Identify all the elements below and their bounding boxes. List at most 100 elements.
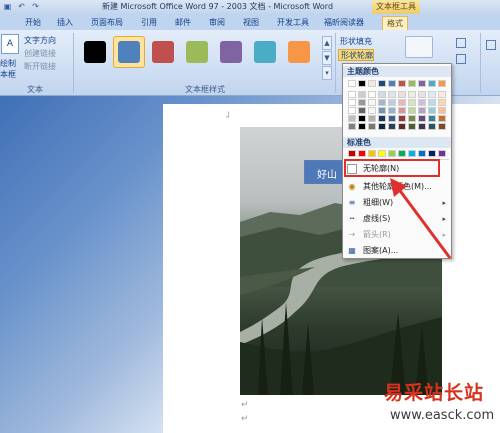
text-direction-button[interactable]: 文字方向 bbox=[24, 36, 56, 46]
standard-color-cell[interactable] bbox=[438, 150, 446, 157]
tab-foxit-reader[interactable]: 福昕阅读器 bbox=[322, 16, 366, 30]
standard-color-cell[interactable] bbox=[408, 150, 416, 157]
standard-color-cell[interactable] bbox=[418, 150, 426, 157]
theme-color-cell[interactable] bbox=[438, 115, 446, 122]
tab-references[interactable]: 引用 bbox=[138, 16, 160, 30]
standard-color-cell[interactable] bbox=[368, 150, 376, 157]
theme-color-cell[interactable] bbox=[348, 80, 356, 87]
tab-mailings[interactable]: 邮件 bbox=[172, 16, 194, 30]
arrange-icon[interactable] bbox=[456, 38, 466, 48]
theme-color-cell[interactable] bbox=[398, 107, 406, 114]
theme-color-cell[interactable] bbox=[418, 123, 426, 130]
gallery-scroll-up-icon[interactable]: ▲ bbox=[322, 36, 332, 50]
theme-color-cell[interactable] bbox=[378, 91, 386, 98]
tab-review[interactable]: 审阅 bbox=[206, 16, 228, 30]
theme-color-cell[interactable] bbox=[348, 107, 356, 114]
theme-color-cell[interactable] bbox=[358, 107, 366, 114]
tab-page-layout[interactable]: 页面布局 bbox=[88, 16, 126, 30]
theme-color-cell[interactable] bbox=[408, 115, 416, 122]
theme-color-cell[interactable] bbox=[358, 80, 366, 87]
shape-fill-button[interactable]: 形状填充 bbox=[338, 36, 372, 48]
standard-color-cell[interactable] bbox=[388, 150, 396, 157]
theme-color-cell[interactable] bbox=[348, 123, 356, 130]
theme-color-cell[interactable] bbox=[428, 107, 436, 114]
style-swatch-aqua[interactable] bbox=[254, 41, 276, 63]
theme-color-cell[interactable] bbox=[388, 123, 396, 130]
standard-color-cell[interactable] bbox=[398, 150, 406, 157]
theme-color-cell[interactable] bbox=[388, 99, 396, 106]
theme-color-cell[interactable] bbox=[418, 107, 426, 114]
theme-color-cell[interactable] bbox=[428, 115, 436, 122]
theme-color-cell[interactable] bbox=[368, 99, 376, 106]
selected-textbox[interactable]: 好山 bbox=[304, 160, 344, 184]
tab-developer[interactable]: 开发工具 bbox=[274, 16, 312, 30]
style-swatch-blue[interactable] bbox=[118, 41, 140, 63]
theme-color-cell[interactable] bbox=[428, 99, 436, 106]
theme-color-cell[interactable] bbox=[378, 123, 386, 130]
create-link-button[interactable]: 创建链接 bbox=[24, 49, 56, 59]
theme-color-cell[interactable] bbox=[388, 80, 396, 87]
gallery-scroll-down-icon[interactable]: ▼ bbox=[322, 51, 332, 65]
theme-color-cell[interactable] bbox=[398, 115, 406, 122]
theme-color-cell[interactable] bbox=[388, 107, 396, 114]
theme-color-cell[interactable] bbox=[348, 99, 356, 106]
undo-icon[interactable]: ↶ bbox=[16, 1, 27, 12]
theme-color-cell[interactable] bbox=[368, 80, 376, 87]
shape-outline-button[interactable]: 形状轮廓 bbox=[338, 49, 374, 61]
theme-color-cell[interactable] bbox=[398, 99, 406, 106]
theme-color-cell[interactable] bbox=[388, 91, 396, 98]
theme-color-cell[interactable] bbox=[408, 107, 416, 114]
theme-color-cell[interactable] bbox=[358, 123, 366, 130]
theme-color-cell[interactable] bbox=[378, 107, 386, 114]
theme-color-cell[interactable] bbox=[438, 107, 446, 114]
theme-color-cell[interactable] bbox=[368, 107, 376, 114]
style-swatch-purple[interactable] bbox=[220, 41, 242, 63]
tab-insert[interactable]: 插入 bbox=[54, 16, 76, 30]
theme-color-cell[interactable] bbox=[418, 99, 426, 106]
theme-color-cell[interactable] bbox=[408, 91, 416, 98]
save-icon[interactable]: ▣ bbox=[2, 1, 13, 12]
tab-view[interactable]: 视图 bbox=[240, 16, 262, 30]
theme-color-cell[interactable] bbox=[418, 115, 426, 122]
standard-color-cell[interactable] bbox=[348, 150, 356, 157]
wrap-text-icon[interactable] bbox=[456, 54, 466, 64]
theme-color-cell[interactable] bbox=[368, 123, 376, 130]
theme-color-cell[interactable] bbox=[438, 123, 446, 130]
theme-color-cell[interactable] bbox=[398, 80, 406, 87]
theme-color-cell[interactable] bbox=[438, 91, 446, 98]
style-swatch-black[interactable] bbox=[84, 41, 106, 63]
style-swatch-green[interactable] bbox=[186, 41, 208, 63]
theme-color-cell[interactable] bbox=[428, 123, 436, 130]
style-swatch-red[interactable] bbox=[152, 41, 174, 63]
theme-color-cell[interactable] bbox=[438, 99, 446, 106]
theme-color-cell[interactable] bbox=[358, 115, 366, 122]
standard-color-cell[interactable] bbox=[428, 150, 436, 157]
gallery-more-icon[interactable]: ▾ bbox=[322, 66, 332, 80]
theme-color-cell[interactable] bbox=[398, 123, 406, 130]
theme-color-cell[interactable] bbox=[438, 80, 446, 87]
standard-color-cell[interactable] bbox=[358, 150, 366, 157]
theme-color-cell[interactable] bbox=[418, 91, 426, 98]
draw-textbox-button[interactable]: A bbox=[1, 34, 19, 54]
theme-color-cell[interactable] bbox=[428, 80, 436, 87]
theme-color-cell[interactable] bbox=[368, 115, 376, 122]
theme-color-cell[interactable] bbox=[358, 91, 366, 98]
theme-color-cell[interactable] bbox=[348, 115, 356, 122]
style-swatch-orange[interactable] bbox=[288, 41, 310, 63]
theme-color-cell[interactable] bbox=[368, 91, 376, 98]
theme-color-cell[interactable] bbox=[408, 80, 416, 87]
theme-color-cell[interactable] bbox=[388, 115, 396, 122]
theme-color-cell[interactable] bbox=[378, 99, 386, 106]
theme-color-cell[interactable] bbox=[408, 99, 416, 106]
theme-color-cell[interactable] bbox=[358, 99, 366, 106]
theme-color-cell[interactable] bbox=[348, 91, 356, 98]
theme-color-cell[interactable] bbox=[408, 123, 416, 130]
redo-icon[interactable]: ↷ bbox=[30, 1, 41, 12]
size-icon[interactable] bbox=[486, 40, 496, 50]
tab-format[interactable]: 格式 bbox=[382, 16, 408, 30]
theme-color-cell[interactable] bbox=[378, 80, 386, 87]
theme-color-cell[interactable] bbox=[418, 80, 426, 87]
theme-color-cell[interactable] bbox=[428, 91, 436, 98]
theme-color-cell[interactable] bbox=[378, 115, 386, 122]
tab-home[interactable]: 开始 bbox=[22, 16, 44, 30]
